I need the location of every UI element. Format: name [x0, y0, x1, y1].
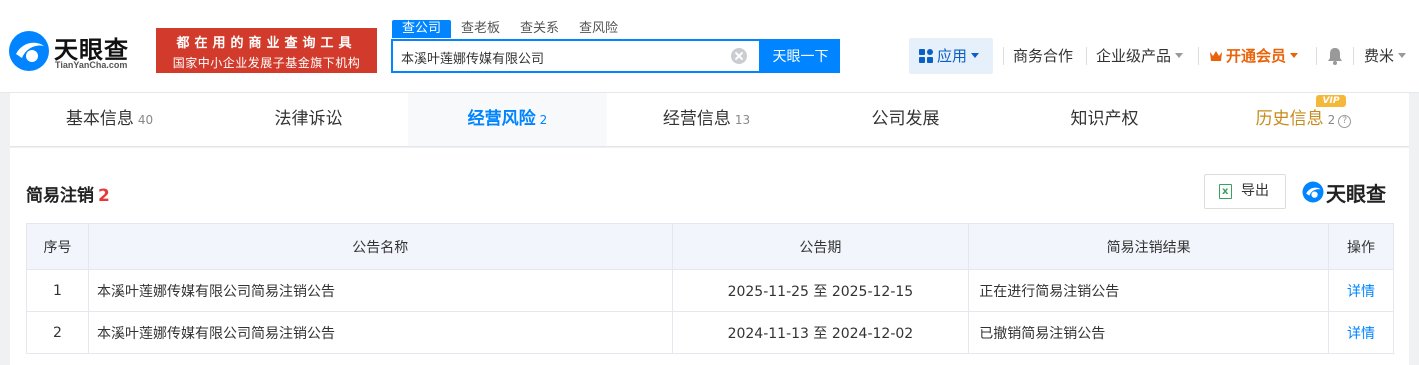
tab-development[interactable]: 公司发展 — [806, 93, 1005, 146]
excel-icon — [1219, 175, 1232, 208]
details-link[interactable]: 详情 — [1328, 311, 1394, 354]
top-header: 天眼查 TianYanCha.com 都在用的商业查询工具 国家中小企业发展子基… — [0, 0, 1419, 93]
app-menu-label: 应用 — [937, 47, 968, 65]
search-tab-company[interactable]: 查公司 — [392, 20, 452, 38]
nav-divider — [1003, 47, 1004, 65]
banner-line-2: 国家中小企业发展子基金旗下机构 — [172, 56, 361, 70]
search-tab-relation[interactable]: 查关系 — [510, 20, 569, 38]
vip-badge: VIP — [1316, 95, 1346, 107]
logo-mark-icon — [1302, 181, 1324, 203]
simple-cancellation-table: 序号 公告名称 公告期 简易注销结果 操作 1 本溪叶莲娜传媒有限公司简易注销公… — [26, 223, 1394, 354]
grid-icon — [919, 49, 933, 63]
tab-count: 2 — [539, 113, 548, 127]
help-icon[interactable]: ? — [1338, 115, 1352, 128]
col-header-index: 序号 — [26, 223, 89, 270]
chevron-down-icon — [971, 53, 980, 58]
table-row: 2 本溪叶莲娜传媒有限公司简易注销公告 2024-11-13 至 2024-12… — [26, 311, 1394, 354]
col-header-action: 操作 — [1328, 223, 1394, 270]
col-header-notice-period: 公告期 — [671, 223, 970, 270]
nav-enterprise-products[interactable]: 企业级产品 — [1096, 38, 1184, 74]
search-type-tabs: 查公司 查老板 查关系 查风险 — [392, 20, 628, 40]
tab-business-info[interactable]: 经营信息 13 — [607, 93, 806, 146]
nav-divider — [1353, 47, 1354, 65]
tab-count: 40 — [137, 113, 154, 127]
nav-divider — [1086, 47, 1087, 65]
section-title: 简易注销 2 — [26, 181, 110, 206]
cell-notice-period: 2024-11-13 至 2024-12-02 — [671, 311, 970, 354]
cell-notice-name: 本溪叶莲娜传媒有限公司简易注销公告 — [87, 311, 673, 354]
nav-enterprise-label: 企业级产品 — [1096, 47, 1172, 65]
user-name: 费米 — [1364, 47, 1395, 65]
cell-notice-name: 本溪叶莲娜传媒有限公司简易注销公告 — [87, 269, 673, 312]
export-label: 导出 — [1241, 183, 1269, 199]
tab-count: 13 — [734, 113, 751, 127]
tab-label: 法律诉讼 — [274, 109, 343, 129]
nav-divider — [1198, 47, 1199, 65]
tab-business-risk[interactable]: 经营风险 2 — [408, 93, 607, 146]
cell-notice-period: 2025-11-25 至 2025-12-15 — [671, 269, 970, 312]
promo-banner[interactable]: 都在用的商业查询工具 国家中小企业发展子基金旗下机构 — [156, 28, 377, 73]
main-content: 简易注销2 导出 天眼查 序号 公告名称 公告期 简易注销结果 操作 1 本溪叶… — [10, 148, 1409, 365]
search-tab-boss[interactable]: 查老板 — [451, 20, 510, 38]
tab-label: 知识产权 — [1070, 109, 1139, 129]
search-button[interactable]: 天眼一下 — [761, 39, 840, 73]
nav-vip[interactable]: 开通会员 — [1209, 38, 1299, 74]
tianyancha-logo[interactable]: 天眼查 TianYanCha.com — [8, 28, 148, 74]
tab-basic-info[interactable]: 基本信息 40 — [10, 93, 209, 146]
bell-icon[interactable] — [1327, 47, 1343, 65]
tab-history[interactable]: 历史信息 2? — [1204, 93, 1403, 146]
nav-business-cooperation[interactable]: 商务合作 — [1013, 38, 1073, 74]
chevron-down-icon — [1290, 53, 1299, 58]
company-tabs: 基本信息 40 法律诉讼 经营风险 2 经营信息 13 公司发展 知识产权 历史信息 2… — [10, 93, 1409, 147]
table-header-row: 序号 公告名称 公告期 简易注销结果 操作 — [26, 223, 1394, 270]
user-menu[interactable]: 费米 — [1364, 38, 1407, 74]
tab-ip[interactable]: 知识产权 — [1005, 93, 1204, 146]
nav-divider — [1316, 47, 1317, 65]
export-button[interactable]: 导出 — [1204, 174, 1286, 209]
cell-index: 2 — [26, 311, 89, 354]
section-title-text: 简易注销 — [26, 186, 94, 206]
search-tab-risk[interactable]: 查风险 — [569, 20, 628, 38]
chevron-down-icon — [1398, 53, 1407, 58]
clear-icon[interactable] — [731, 48, 747, 64]
tab-label: 历史信息 — [1255, 109, 1324, 129]
nav-vip-label: 开通会员 — [1226, 47, 1287, 65]
app-menu[interactable]: 应用 — [909, 38, 993, 74]
tab-label: 公司发展 — [871, 109, 940, 129]
section-count: 2 — [98, 186, 110, 206]
banner-line-1: 都在用的商业查询工具 — [176, 36, 357, 51]
cell-index: 1 — [26, 269, 89, 312]
tab-count: 2 — [1327, 113, 1336, 127]
tab-label: 经营信息 — [662, 109, 731, 129]
cell-result: 正在进行简易注销公告 — [968, 269, 1329, 312]
search-input[interactable]: 本溪叶莲娜传媒有限公司 — [391, 39, 761, 73]
tab-legal[interactable]: 法律诉讼 — [209, 93, 408, 146]
details-link[interactable]: 详情 — [1328, 269, 1394, 312]
tianyancha-watermark: 天眼查 — [1302, 177, 1402, 207]
cell-result: 已撤销简易注销公告 — [968, 311, 1329, 354]
tab-label: 经营风险 — [467, 109, 536, 129]
tab-label: 基本信息 — [65, 109, 134, 129]
logo-subtext: TianYanCha.com — [55, 60, 128, 70]
chevron-down-icon — [1175, 53, 1184, 58]
crown-icon — [1210, 51, 1222, 61]
col-header-notice-name: 公告名称 — [87, 223, 673, 270]
logo-mark-icon — [9, 31, 49, 71]
col-header-result: 简易注销结果 — [968, 223, 1329, 270]
watermark-text: 天眼查 — [1326, 182, 1386, 206]
search-input-value: 本溪叶莲娜传媒有限公司 — [401, 52, 545, 67]
table-row: 1 本溪叶莲娜传媒有限公司简易注销公告 2025-11-25 至 2025-12… — [26, 269, 1394, 312]
